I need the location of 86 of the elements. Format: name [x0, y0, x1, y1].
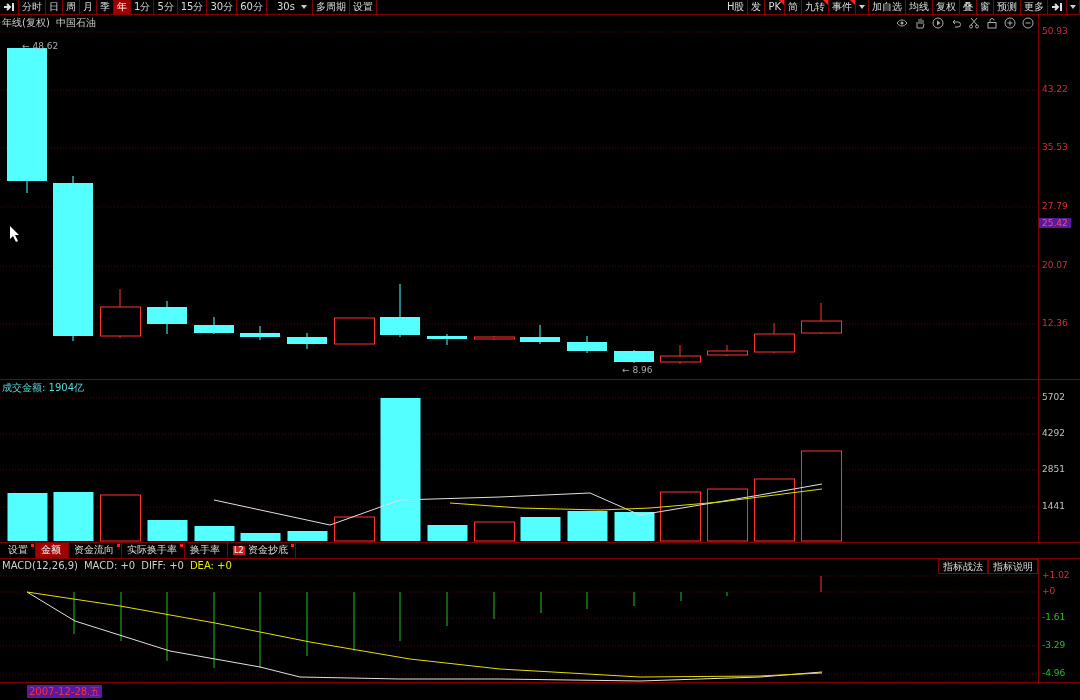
candlestick: [100, 288, 141, 339]
level2-badge: L2: [233, 545, 245, 555]
toolbar-button[interactable]: 叠: [960, 0, 977, 14]
toolbar-button[interactable]: 发: [748, 0, 766, 14]
dropdown-button[interactable]: [856, 0, 869, 14]
dropdown-button[interactable]: [1067, 0, 1080, 14]
toolbar-button[interactable]: 更多: [1021, 0, 1048, 14]
volume-bar: [474, 521, 515, 542]
cursor-icon: [10, 226, 19, 242]
macd-tick: -1.61: [1042, 611, 1066, 622]
zoom-in-icon[interactable]: [1004, 17, 1016, 29]
volume-bar: [707, 488, 748, 542]
candlestick: [660, 344, 701, 365]
volume-bar: [100, 494, 141, 542]
volume-bar: [660, 491, 701, 542]
price-tick: 35.53: [1042, 142, 1068, 152]
volume-bar: [520, 516, 561, 541]
stock-name: 中国石油: [55, 16, 96, 30]
period-tab[interactable]: 年: [114, 0, 131, 14]
candlestick: [567, 335, 607, 354]
play-icon[interactable]: [932, 17, 944, 29]
toolbar-button[interactable]: 事件: [829, 0, 856, 14]
period-tab[interactable]: 周: [63, 0, 80, 14]
current-price-tag: 25.42: [1039, 218, 1071, 228]
period-tab[interactable]: 月: [80, 0, 97, 14]
high-price-label: ← 48.62: [22, 41, 59, 51]
hand-icon[interactable]: [914, 17, 926, 29]
toolbar-button[interactable]: 预测: [994, 0, 1021, 14]
candlestick: [614, 349, 654, 364]
candlestick: [754, 322, 795, 354]
volume-bar: [53, 491, 94, 541]
lock-icon[interactable]: [986, 17, 998, 29]
candlestick: [707, 344, 748, 357]
candlestick: [427, 333, 467, 346]
candlestick: [287, 332, 327, 350]
zoom-out-icon[interactable]: [1022, 17, 1034, 29]
toolbar-button[interactable]: 均线: [906, 0, 933, 14]
period-tab[interactable]: 季: [97, 0, 114, 14]
candlestick: [194, 316, 234, 335]
macd-tick: -4.96: [1042, 667, 1066, 678]
macd-tick: +0: [1042, 585, 1056, 596]
price-tick: 50.93: [1042, 26, 1068, 36]
volume-tick: 1441: [1042, 500, 1065, 511]
volume-tick: 2851: [1042, 463, 1065, 474]
toolbar-button[interactable]: 加自选: [869, 0, 906, 14]
candlestick: [801, 302, 842, 335]
indicator-legend: MACD: +0: [83, 559, 136, 571]
candlestick: [334, 317, 375, 345]
candlestick: [240, 325, 280, 341]
volume-bar: [334, 516, 375, 542]
candlestick: [474, 335, 515, 341]
macd-tick: -3.29: [1042, 639, 1066, 650]
toolbar-button[interactable]: 九转: [802, 0, 829, 14]
volume-title: 成交金额: 1904亿: [2, 380, 84, 395]
toolbar-button[interactable]: 复权: [933, 0, 960, 14]
indicator-legend: DIFF: +0: [141, 559, 184, 571]
volume-bar: [754, 478, 795, 542]
volume-bar: [147, 519, 188, 541]
low-price-label: ← 8.96: [622, 365, 653, 375]
undo-icon[interactable]: [950, 17, 962, 29]
price-tick: 12.36: [1042, 318, 1068, 328]
toolbar-button[interactable]: 简: [785, 0, 802, 14]
chart-title: 年线(复权): [2, 16, 50, 30]
price-tick: 27.79: [1042, 201, 1068, 211]
volume-bar: [194, 525, 235, 541]
eye-icon[interactable]: [896, 17, 908, 29]
toolbar-button[interactable]: 窗: [977, 0, 994, 14]
macd-tick: +1.02: [1042, 569, 1070, 580]
volume-bar: [427, 524, 468, 541]
volume-bar: [287, 530, 328, 541]
volume-bar: [240, 532, 281, 541]
period-tab[interactable]: 分时: [19, 0, 46, 14]
indicator-legend: DEA: +0: [189, 559, 232, 571]
scissors-icon[interactable]: [968, 17, 980, 29]
volume-tick: 4292: [1042, 427, 1065, 438]
indicator-legend: MACD(12,26,9): [2, 559, 78, 571]
candlestick: [520, 324, 560, 345]
volume-tick: 5702: [1042, 391, 1065, 402]
volume-bar: [614, 511, 655, 541]
volume-bar: [7, 492, 48, 541]
price-tick: 20.07: [1042, 260, 1068, 270]
volume-bar: [567, 510, 608, 541]
date-label: 2007-12-28.五: [27, 685, 103, 699]
price-tick: 43.22: [1042, 84, 1068, 94]
candlestick: [147, 300, 187, 335]
candlestick: [380, 283, 420, 338]
